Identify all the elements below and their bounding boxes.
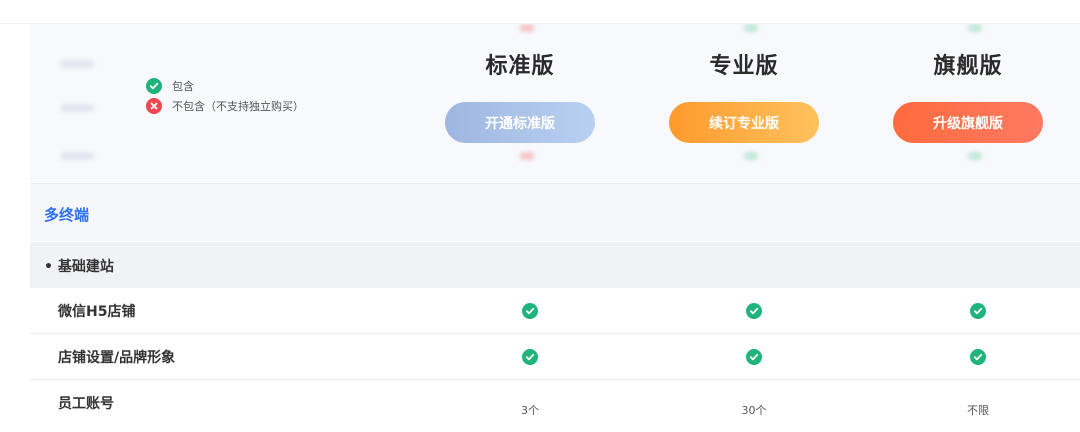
section-title: 多终端 xyxy=(44,206,90,224)
blurred-row-label xyxy=(60,60,94,68)
pro-value: 30个 xyxy=(741,404,767,417)
pro-cell xyxy=(694,288,814,334)
pro-cell: 30个 xyxy=(694,380,814,426)
standard-cell: 3个 xyxy=(470,380,590,426)
legend-included-label: 包含 xyxy=(172,80,194,93)
section-multi-terminal: 多终端 xyxy=(30,183,1080,241)
blurred-mark xyxy=(968,152,982,160)
blurred-mark xyxy=(968,24,982,32)
plan-title: 标准版 xyxy=(485,54,555,79)
legend-excluded: 不包含（不支持独立购买） xyxy=(146,96,304,116)
pricing-header: 包含 不包含（不支持独立购买） 标准版 开通标准版 专业版 续订专业版 旗舰版 … xyxy=(30,24,1080,182)
upgrade-flagship-button[interactable]: 升级旗舰版 xyxy=(893,102,1043,143)
plan-title: 旗舰版 xyxy=(933,54,1003,79)
blurred-mark xyxy=(744,152,758,160)
cross-circle-icon xyxy=(146,98,162,114)
standard-value: 3个 xyxy=(521,404,539,417)
blurred-mark xyxy=(520,24,534,32)
feature-label: 员工账号 xyxy=(58,396,114,412)
plan-flagship: 旗舰版 升级旗舰版 xyxy=(893,52,1043,143)
flagship-cell: 不限 xyxy=(918,380,1038,426)
blurred-mark xyxy=(520,152,534,160)
flagship-value: 不限 xyxy=(967,404,989,417)
top-band xyxy=(0,0,1080,24)
plan-pro: 专业版 续订专业版 xyxy=(669,52,819,143)
standard-cell xyxy=(470,288,590,334)
pro-cell xyxy=(694,334,814,380)
table-row: 店铺设置/品牌形象 xyxy=(30,334,1080,380)
legend-included: 包含 xyxy=(146,76,304,96)
flagship-cell xyxy=(918,334,1038,380)
plan-standard: 标准版 开通标准版 xyxy=(445,52,595,143)
table-row: 员工账号 3个 30个 不限 xyxy=(30,380,1080,432)
check-circle-icon xyxy=(522,349,538,365)
group-title: • 基础建站 xyxy=(44,259,114,275)
renew-pro-button[interactable]: 续订专业版 xyxy=(669,102,819,143)
group-basic-site: • 基础建站 xyxy=(30,242,1080,288)
check-circle-icon xyxy=(146,78,162,94)
feature-label: 店铺设置/品牌形象 xyxy=(58,350,176,366)
check-circle-icon xyxy=(970,303,986,319)
standard-cell xyxy=(470,334,590,380)
check-circle-icon xyxy=(746,349,762,365)
blurred-row-label xyxy=(60,152,94,160)
legend: 包含 不包含（不支持独立购买） xyxy=(146,76,304,116)
blurred-row-label xyxy=(60,104,94,112)
flagship-cell xyxy=(918,288,1038,334)
blurred-mark xyxy=(744,24,758,32)
table-row: 微信H5店铺 xyxy=(30,288,1080,334)
check-circle-icon xyxy=(746,303,762,319)
check-circle-icon xyxy=(970,349,986,365)
open-standard-button[interactable]: 开通标准版 xyxy=(445,102,595,143)
check-circle-icon xyxy=(522,303,538,319)
feature-label: 微信H5店铺 xyxy=(58,304,136,320)
legend-excluded-label: 不包含（不支持独立购买） xyxy=(172,100,304,113)
plan-title: 专业版 xyxy=(709,54,779,79)
